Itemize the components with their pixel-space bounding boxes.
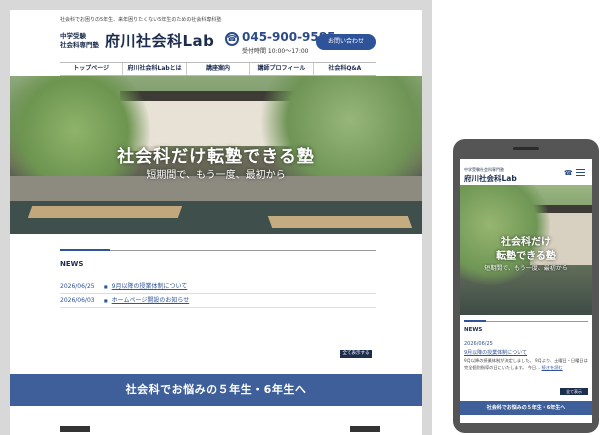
nav-item-about[interactable]: 府川社会科Labとは: [122, 63, 185, 75]
news-item[interactable]: 2026/06/03 ■ ホームページ開設のお知らせ: [60, 294, 376, 308]
site-logo[interactable]: 府川社会科Lab: [105, 30, 214, 51]
mobile-news-heading: NEWS: [464, 327, 483, 333]
show-all-button[interactable]: 全て表示する: [340, 350, 372, 358]
mobile-news-divider-accent: [464, 320, 486, 322]
cta-banner[interactable]: 社会科でお悩みの５年生・6年生へ: [10, 374, 422, 406]
hero-boat-left: [27, 206, 183, 218]
business-hours: 受付時間 10:00～17:00: [242, 48, 309, 55]
mobile-show-all-button[interactable]: 全て表示: [560, 388, 588, 395]
hamburger-menu-icon[interactable]: [576, 169, 585, 176]
hero-image: 社会科だけ転塾できる塾 短期間で、もう一度、最初から: [10, 76, 422, 234]
news-date: 2026/06/25: [60, 283, 95, 290]
news-date: 2026/06/03: [60, 297, 95, 304]
main-nav: トップページ 府川社会科Labとは 講座案内 講師プロフィール 社会科Q&A: [60, 62, 376, 76]
nav-item-courses[interactable]: 講座案内: [185, 63, 249, 75]
logo-subtitle: 中学受験 社会科専門塾: [60, 32, 99, 50]
bottom-strip-left: [60, 426, 90, 432]
mobile-news-excerpt: 9月以降の授業体制が決定しました。 9月より、土曜日・日曜日は完全個別指導の日に…: [464, 358, 588, 371]
hero-title: 社会科だけ転塾できる塾: [117, 147, 315, 167]
nav-item-qa[interactable]: 社会科Q&A: [312, 63, 376, 75]
mobile-site-logo[interactable]: 府川社会科Lab: [464, 173, 517, 184]
logo-subtitle-line1: 中学受験: [60, 32, 86, 40]
news-link[interactable]: 9月以降の授業体制について: [112, 283, 188, 290]
nav-item-top[interactable]: トップページ: [60, 63, 122, 75]
news-divider-accent: [60, 249, 110, 251]
bottom-strip-right: [350, 426, 380, 432]
mobile-hero-subtitle: 短期間で、もう一度、最初から: [484, 265, 568, 272]
contact-button[interactable]: お問い合わせ: [316, 34, 376, 50]
phone-speaker: [513, 147, 539, 150]
hero-boat-right: [267, 216, 413, 228]
news-heading: NEWS: [60, 260, 84, 268]
mobile-news-link[interactable]: 9月以降の授業体制について: [464, 349, 527, 356]
bullet-icon: ■: [103, 284, 108, 289]
read-more-link[interactable]: 続きを読む: [542, 365, 563, 370]
news-item[interactable]: 2026/06/25 ■ 9月以降の授業体制について: [60, 280, 376, 294]
phone-icon[interactable]: ☎: [564, 169, 573, 177]
mobile-news-date: 2026/06/25: [464, 341, 493, 347]
logo-subtitle-line2: 社会科専門塾: [60, 41, 99, 49]
desktop-page: 社会科でお困りの5年生、来年困りたくない5年生のための社会科専科塾 中学受験 社…: [10, 10, 422, 435]
site-tagline: 社会科でお困りの5年生、来年困りたくない5年生のための社会科専科塾: [60, 17, 222, 23]
desktop-frame: 社会科でお困りの5年生、来年困りたくない5年生のための社会科専科塾 中学受験 社…: [0, 0, 432, 435]
bullet-icon: ■: [103, 298, 108, 303]
news-link[interactable]: ホームページ開設のお知らせ: [112, 297, 190, 304]
mobile-cta-banner[interactable]: 社会科でお悩みの５年生・6年生へ: [460, 401, 592, 415]
mobile-hero-image: 社会科だけ 転塾できる塾 短期間で、もう一度、最初から: [460, 185, 592, 315]
mobile-news-body-text: 9月以降の授業体制が決定しました。 9月より、土曜日・日曜日は完全個別指導の日に…: [464, 358, 588, 370]
nav-item-profile[interactable]: 講師プロフィール: [249, 63, 312, 75]
hero-subtitle: 短期間で、もう一度、最初から: [146, 170, 286, 181]
phone-icon: ☎: [225, 32, 239, 46]
mobile-page: 中学受験社会科専門塾 府川社会科Lab ☎ 社会科だけ 転塾できる塾 短期間で、…: [460, 159, 592, 423]
mobile-hero-title-line2: 転塾できる塾: [496, 251, 556, 262]
mobile-hero-title-line1: 社会科だけ: [501, 237, 551, 248]
phone-frame: 中学受験社会科専門塾 府川社会科Lab ☎ 社会科だけ 転塾できる塾 短期間で、…: [453, 139, 599, 433]
